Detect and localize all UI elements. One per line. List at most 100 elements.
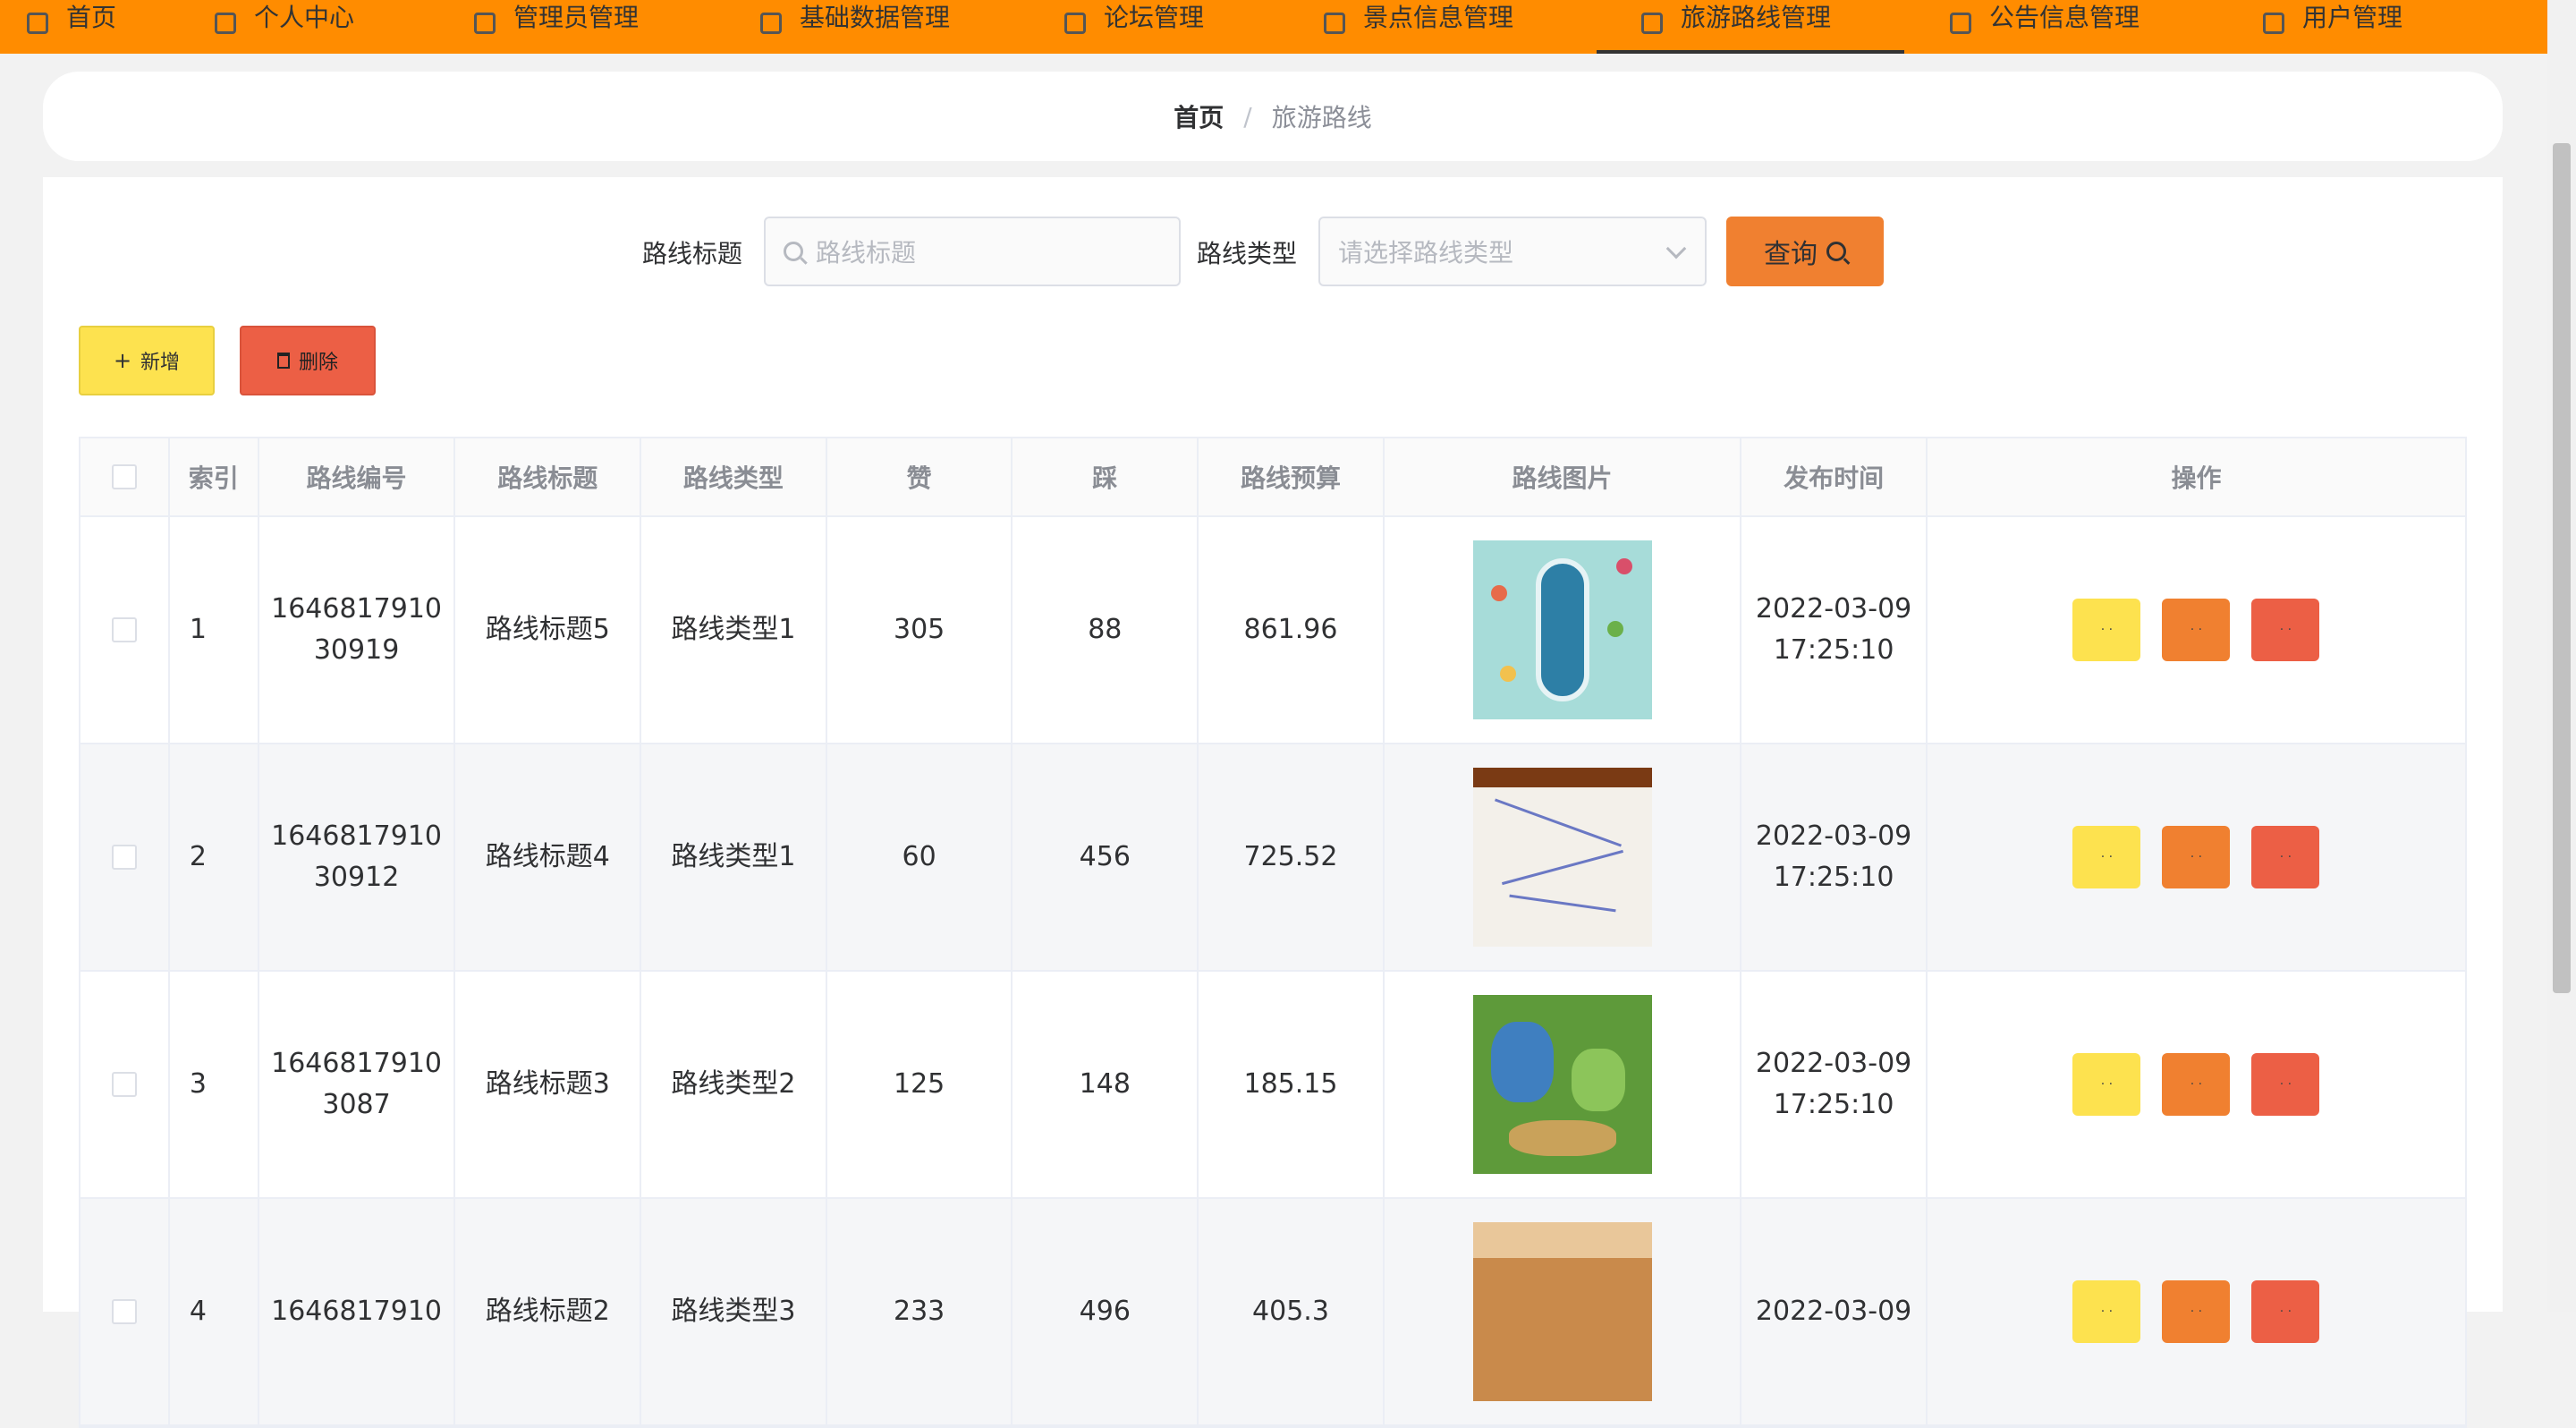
row-checkbox[interactable] (111, 1299, 137, 1324)
code-cell: 1646817910 (259, 1199, 456, 1424)
type-select[interactable]: 请选择路线类型 (1318, 217, 1707, 286)
nav-label: 论坛管理 (1104, 3, 1205, 32)
time-line: 17:25:10 (1773, 634, 1894, 666)
nav-item-home[interactable]: 首页 (27, 0, 116, 54)
nav-label: 公告信息管理 (1989, 3, 2140, 32)
view-button[interactable]: · · (2072, 826, 2141, 888)
old-map-image[interactable] (1472, 1222, 1652, 1401)
forum-icon (1064, 13, 1086, 34)
code-line: 3087 (322, 1089, 391, 1120)
nav-item-profile[interactable]: 个人中心 (215, 0, 354, 54)
route-line (1494, 798, 1622, 847)
nav-label: 个人中心 (254, 3, 355, 32)
image-cell (1385, 1199, 1742, 1424)
date-line: 2022-03-09 (1755, 1296, 1912, 1327)
nav-item-admin[interactable]: 管理员管理 (474, 0, 639, 54)
row-checkbox[interactable] (111, 617, 137, 642)
row-select (80, 517, 170, 743)
title-search-input[interactable]: 路线标题 (764, 217, 1181, 286)
query-button[interactable]: 查询 (1726, 217, 1884, 286)
edit-button[interactable]: · · (2162, 1053, 2231, 1116)
date-cell: 2022-03-09 (1741, 1199, 1928, 1424)
code-line: 30919 (313, 634, 400, 666)
breadcrumb: 首页 / 旅游路线 (43, 72, 2503, 161)
time-line: 17:25:10 (1773, 862, 1894, 893)
likes-cell: 233 (827, 1199, 1013, 1424)
row-select (80, 744, 170, 970)
code-cell: 1646817910 3087 (259, 972, 456, 1197)
nav-label: 首页 (66, 3, 117, 32)
park-map-image[interactable] (1472, 995, 1652, 1174)
type-search-label: 路线类型 (1197, 239, 1298, 268)
budget-cell: 861.96 (1199, 517, 1385, 743)
search-icon (784, 242, 803, 261)
water-area (1490, 1022, 1554, 1102)
nav-item-notices[interactable]: 公告信息管理 (1950, 0, 2140, 54)
nav-label: 景点信息管理 (1363, 3, 1514, 32)
title-cell: 路线标题3 (455, 972, 642, 1197)
code-line: 1646817910 (271, 820, 442, 852)
header-cell: 路线编号 (259, 438, 456, 515)
table-row: 3 1646817910 3087 路线标题3 路线类型2 125 148 185… (80, 972, 2465, 1199)
nav-label: 管理员管理 (513, 3, 640, 32)
map-header-band (1472, 768, 1652, 787)
add-button-label: 新增 (140, 352, 181, 374)
view-button[interactable]: · · (2072, 599, 2141, 661)
code-cell: 1646817910 30912 (259, 744, 456, 970)
title-cell: 路线标题5 (455, 517, 642, 743)
header-cell: 路线预算 (1199, 438, 1385, 515)
row-delete-button[interactable]: · · (2251, 599, 2320, 661)
edit-button[interactable]: · · (2162, 1280, 2231, 1343)
row-delete-button[interactable]: · · (2251, 1053, 2320, 1116)
notice-icon (1950, 13, 1971, 34)
date-line: 2022-03-09 (1755, 593, 1912, 625)
route-map-image[interactable] (1472, 768, 1652, 947)
nav-label: 基础数据管理 (800, 3, 951, 32)
row-delete-button[interactable]: · · (2251, 826, 2320, 888)
nav-item-basic-data[interactable]: 基础数据管理 (760, 0, 950, 54)
title-cell: 路线标题4 (455, 744, 642, 970)
route-line (1501, 849, 1623, 886)
lake-map-image[interactable] (1472, 540, 1652, 719)
plus-icon: + (113, 348, 132, 373)
page-scrollbar[interactable] (2547, 0, 2576, 1312)
user-icon (215, 13, 236, 34)
admin-icon (474, 13, 496, 34)
type-cell: 路线类型1 (641, 517, 827, 743)
likes-cell: 125 (827, 972, 1013, 1197)
row-delete-button[interactable]: · · (2251, 1280, 2320, 1343)
add-button[interactable]: + 新增 (79, 326, 215, 395)
delete-button-label: 删除 (298, 352, 338, 374)
header-cell: 索引 (170, 438, 259, 515)
view-button[interactable]: · · (2072, 1280, 2141, 1343)
image-cell (1385, 744, 1742, 970)
delete-button[interactable]: 删除 (240, 326, 376, 395)
nav-item-routes[interactable]: 旅游路线管理 (1597, 0, 1904, 54)
code-line: 1646817910 (271, 593, 442, 625)
code-line: 1646817910 (271, 1048, 442, 1079)
likes-cell: 305 (827, 517, 1013, 743)
header-cell: 路线图片 (1385, 438, 1742, 515)
operations-cell: · · · · · · (1928, 972, 2465, 1197)
header-cell: 发布时间 (1741, 438, 1928, 515)
edit-button[interactable]: · · (2162, 826, 2231, 888)
header-cell: 操作 (2171, 463, 2222, 493)
header-cell: 赞 (827, 438, 1013, 515)
edit-button[interactable]: · · (2162, 599, 2231, 661)
route-line (1508, 894, 1616, 913)
scrollbar-thumb[interactable] (2553, 143, 2571, 993)
row-checkbox[interactable] (111, 845, 137, 870)
breadcrumb-home[interactable]: 首页 (1174, 98, 1224, 134)
type-cell: 路线类型1 (641, 744, 827, 970)
table-row: 2 1646817910 30912 路线标题4 路线类型1 60 456 725… (80, 744, 2465, 972)
operations-cell: · · · · · · (1928, 517, 2465, 743)
row-checkbox[interactable] (111, 1072, 137, 1097)
view-button[interactable]: · · (2072, 1053, 2141, 1116)
budget-cell: 185.15 (1199, 972, 1385, 1197)
select-all-checkbox[interactable] (111, 464, 137, 489)
nav-item-scenic[interactable]: 景点信息管理 (1324, 0, 1513, 54)
date-cell: 2022-03-09 17:25:10 (1741, 972, 1928, 1197)
nav-item-users[interactable]: 用户管理 (2263, 0, 2402, 54)
nav-item-forum[interactable]: 论坛管理 (1064, 0, 1204, 54)
map-marker (1606, 621, 1623, 637)
